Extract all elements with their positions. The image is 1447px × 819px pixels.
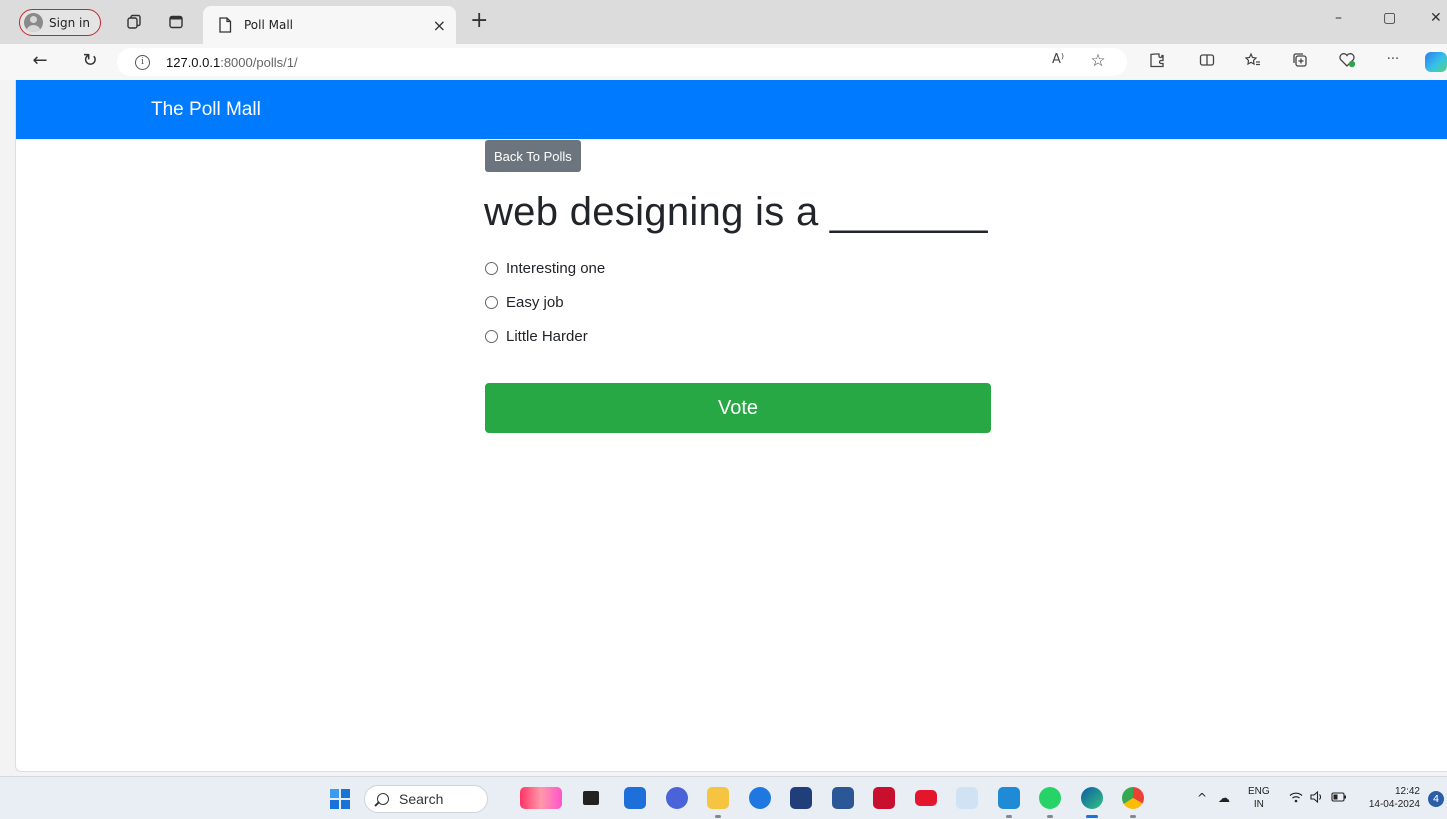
split-screen-icon[interactable] bbox=[1196, 52, 1218, 72]
help-icon[interactable] bbox=[749, 787, 771, 809]
choice-radio[interactable] bbox=[485, 330, 498, 343]
address-bar[interactable]: i 127.0.0.1:8000/polls/1/ A⁾ ☆ bbox=[117, 48, 1127, 76]
choice-item[interactable]: Interesting one bbox=[485, 260, 605, 277]
read-aloud-icon[interactable]: A⁾ bbox=[1047, 52, 1069, 67]
more-icon[interactable]: ··· bbox=[1382, 52, 1404, 67]
edge-icon[interactable] bbox=[1081, 787, 1103, 818]
youtube-icon[interactable] bbox=[915, 790, 937, 806]
mcafee-icon[interactable] bbox=[873, 787, 895, 809]
tab-title: Poll Mall bbox=[244, 18, 294, 32]
url-path: :8000/polls/1/ bbox=[220, 54, 298, 70]
language-region: IN bbox=[1253, 799, 1264, 810]
chrome-icon[interactable] bbox=[1122, 787, 1144, 818]
browser-essentials-icon[interactable] bbox=[1336, 52, 1358, 72]
page-document-icon bbox=[219, 17, 232, 33]
choice-item[interactable]: Easy job bbox=[485, 294, 564, 311]
vote-button[interactable]: Vote bbox=[485, 383, 991, 433]
collections-icon[interactable] bbox=[1289, 52, 1311, 72]
snap-app-icon[interactable] bbox=[624, 787, 646, 809]
new-tab-button[interactable]: + bbox=[470, 9, 488, 33]
choice-item[interactable]: Little Harder bbox=[485, 328, 588, 345]
notification-badge[interactable]: 4 bbox=[1428, 791, 1444, 807]
onedrive-icon[interactable]: ☁ bbox=[1218, 791, 1230, 805]
browser-toolbar: ← ↻ i 127.0.0.1:8000/polls/1/ A⁾ ☆ ··· bbox=[0, 44, 1447, 80]
teams-chat-icon[interactable] bbox=[666, 787, 688, 809]
taskbar-search[interactable]: Search bbox=[364, 785, 488, 813]
search-icon bbox=[377, 793, 389, 805]
extensions-icon[interactable] bbox=[1146, 52, 1168, 72]
installer-icon[interactable] bbox=[956, 787, 978, 809]
volume-icon[interactable] bbox=[1310, 790, 1324, 806]
url-host: 127.0.0.1 bbox=[166, 54, 221, 70]
choice-label: Interesting one bbox=[506, 260, 606, 277]
favorites-icon[interactable] bbox=[1242, 52, 1264, 72]
clock-date: 14-04-2024 bbox=[1368, 799, 1420, 810]
site-brand-link[interactable]: The Poll Mall bbox=[151, 99, 261, 121]
workspaces-icon[interactable] bbox=[123, 11, 145, 33]
vscode-icon[interactable] bbox=[998, 787, 1020, 818]
url-text: 127.0.0.1:8000/polls/1/ bbox=[166, 55, 298, 70]
copilot-icon[interactable] bbox=[1425, 52, 1447, 72]
favorite-star-icon[interactable]: ☆ bbox=[1087, 51, 1109, 71]
site-info-icon[interactable]: i bbox=[135, 54, 150, 70]
choice-radio[interactable] bbox=[485, 262, 498, 275]
refresh-icon[interactable]: ↻ bbox=[78, 50, 102, 71]
tab-poll-mall[interactable]: Poll Mall × bbox=[203, 6, 456, 44]
taskbar-search-label: Search bbox=[399, 791, 444, 807]
tab-close-icon[interactable]: × bbox=[433, 16, 446, 35]
task-view-icon[interactable] bbox=[583, 791, 599, 805]
tray-chevron-icon[interactable]: ^ bbox=[1197, 791, 1207, 805]
widgets-icon[interactable] bbox=[520, 787, 562, 809]
profile-label: Sign in bbox=[49, 15, 90, 30]
whatsapp-icon[interactable] bbox=[1039, 787, 1061, 818]
store-icon[interactable] bbox=[790, 787, 812, 809]
camera-icon[interactable] bbox=[832, 787, 854, 809]
profile-sign-in-button[interactable]: Sign in bbox=[19, 9, 101, 36]
choice-radio[interactable] bbox=[485, 296, 498, 309]
browser-tab-strip: Sign in Poll Mall × + – ▢ ✕ bbox=[0, 0, 1447, 44]
back-to-polls-button[interactable]: Back To Polls bbox=[485, 140, 581, 172]
language-code: ENG bbox=[1248, 786, 1270, 797]
minimize-button[interactable]: – bbox=[1335, 10, 1342, 26]
site-navbar: The Poll Mall bbox=[16, 80, 1447, 139]
choice-label: Little Harder bbox=[506, 328, 588, 345]
file-explorer-icon[interactable] bbox=[707, 787, 729, 818]
page-viewport: The Poll Mall Back To Polls web designin… bbox=[15, 80, 1447, 772]
language-indicator[interactable]: ENG IN bbox=[1248, 785, 1270, 811]
poll-question: web designing is a _______ bbox=[484, 190, 988, 234]
tab-actions-icon[interactable] bbox=[165, 11, 187, 33]
windows-taskbar: Search ^ ☁ ENG IN 12:42 14-04-2024 4 bbox=[0, 776, 1447, 819]
battery-icon[interactable] bbox=[1331, 791, 1347, 805]
clock-time: 12:42 bbox=[1394, 786, 1420, 797]
wifi-icon[interactable] bbox=[1289, 791, 1303, 806]
back-arrow-icon[interactable]: ← bbox=[28, 50, 52, 71]
close-window-button[interactable]: ✕ bbox=[1430, 10, 1442, 26]
avatar-icon bbox=[24, 13, 43, 32]
system-clock[interactable]: 12:42 14-04-2024 bbox=[1360, 785, 1420, 811]
start-menu-icon[interactable] bbox=[330, 789, 350, 809]
maximize-button[interactable]: ▢ bbox=[1383, 10, 1396, 26]
choice-label: Easy job bbox=[506, 294, 564, 311]
